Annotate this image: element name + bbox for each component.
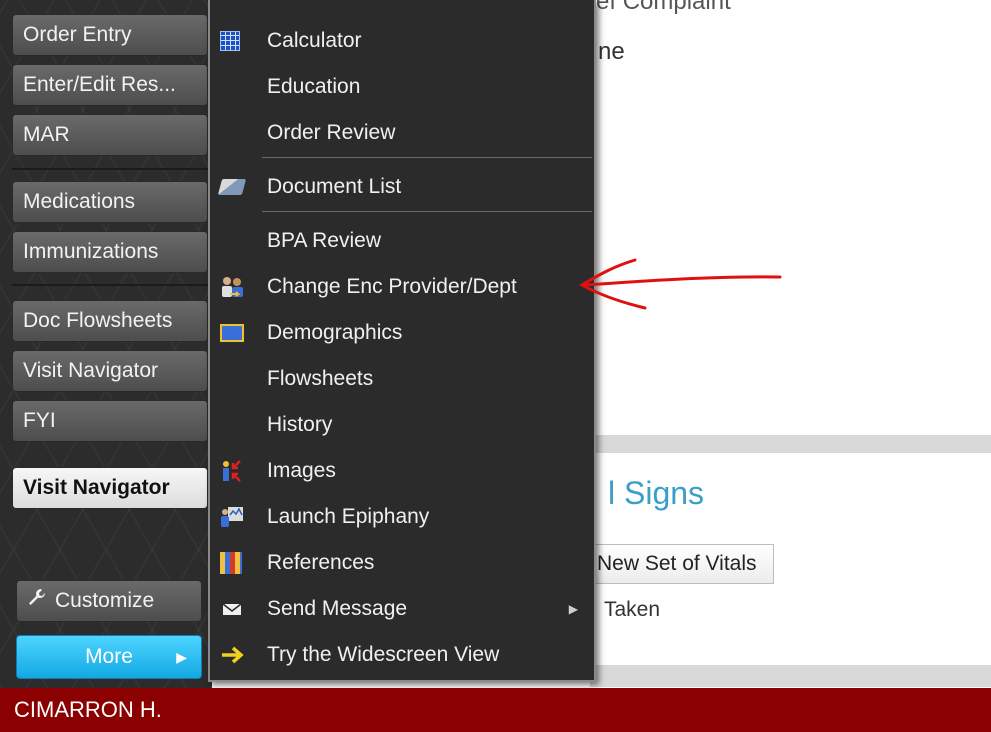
bottom-divider <box>590 665 991 687</box>
menu-item-label: Flowsheets <box>267 367 374 390</box>
menu-item-order-review[interactable]: Order Review <box>210 111 594 155</box>
sidebar-separator <box>12 284 208 286</box>
menu-item-demographics[interactable]: Demographics <box>210 311 594 355</box>
menu-item-document-list[interactable]: Document List <box>210 165 594 209</box>
menu-item-label: Education <box>267 75 361 98</box>
references-icon <box>220 552 242 574</box>
new-set-of-vitals-button[interactable]: New Set of Vitals <box>590 544 774 584</box>
sidebar-separator <box>12 168 208 170</box>
menu-item-label: Document List <box>267 175 402 198</box>
arrow-right-icon <box>220 643 244 667</box>
epiphany-icon <box>220 505 244 529</box>
images-icon <box>220 459 244 483</box>
menu-item-widescreen-view[interactable]: Try the Widescreen View <box>210 633 594 677</box>
status-bar: CIMARRON H. <box>0 688 991 732</box>
menu-item-label: History <box>267 413 333 436</box>
sidebar: Order Entry Enter/Edit Res... MAR Medica… <box>0 0 212 688</box>
sidebar-item-order-entry[interactable]: Order Entry <box>12 14 208 56</box>
menu-item-flowsheets[interactable]: Flowsheets <box>210 357 594 401</box>
menu-item-education[interactable]: Education <box>210 65 594 109</box>
more-popup-menu: Calculator Education Order Review Docume… <box>208 0 596 682</box>
user-name: CIMARRON H. <box>14 697 162 722</box>
menu-item-label: Order Review <box>267 121 396 144</box>
more-label: More <box>85 645 133 668</box>
menu-item-bpa-review[interactable]: BPA Review <box>210 219 594 263</box>
chevron-right-icon: ▶ <box>176 649 187 665</box>
section-divider <box>590 435 991 453</box>
menu-separator <box>262 211 592 212</box>
change-provider-icon <box>220 275 244 299</box>
menu-item-label: References <box>267 551 375 574</box>
menu-separator <box>262 157 592 158</box>
vital-signs-heading: l Signs <box>608 475 705 511</box>
menu-item-send-message[interactable]: Send Message ▶ <box>210 587 594 631</box>
wrench-icon <box>27 581 49 621</box>
menu-item-change-enc-provider[interactable]: Change Enc Provider/Dept <box>210 265 594 309</box>
menu-item-label: Try the Widescreen View <box>267 643 500 666</box>
calculator-icon <box>220 31 240 51</box>
menu-item-label: BPA Review <box>267 229 381 252</box>
app-window: { "sidebar": { "items": [ {"label": "Ord… <box>0 0 991 732</box>
menu-item-launch-epiphany[interactable]: Launch Epiphany <box>210 495 594 539</box>
submenu-arrow-icon: ▶ <box>568 602 578 616</box>
red-annotation-arrow <box>579 258 782 310</box>
menu-item-history[interactable]: History <box>210 403 594 447</box>
sidebar-item-enter-edit-results[interactable]: Enter/Edit Res... <box>12 64 208 106</box>
demographics-icon <box>220 324 244 342</box>
background-text-fragment: ne <box>598 38 625 65</box>
more-button[interactable]: More ▶ <box>16 635 202 679</box>
sidebar-item-mar[interactable]: MAR <box>12 114 208 156</box>
menu-item-label: Send Message <box>267 597 408 620</box>
menu-item-calculator[interactable]: Calculator <box>210 19 594 63</box>
menu-item-label: Calculator <box>267 29 362 52</box>
sidebar-item-visit-navigator[interactable]: Visit Navigator <box>12 350 208 392</box>
envelope-icon <box>220 597 244 621</box>
menu-item-label: Change Enc Provider/Dept <box>267 275 517 298</box>
taken-label: Taken <box>604 598 661 621</box>
sidebar-item-medications[interactable]: Medications <box>12 181 208 223</box>
customize-label: Customize <box>55 589 155 612</box>
active-activity-visit-navigator[interactable]: Visit Navigator <box>12 467 208 509</box>
menu-item-label: Demographics <box>267 321 403 344</box>
sidebar-item-immunizations[interactable]: Immunizations <box>12 231 208 273</box>
document-list-icon <box>217 179 247 195</box>
sidebar-item-fyi[interactable]: FYI <box>12 400 208 442</box>
customize-button[interactable]: Customize <box>16 580 202 622</box>
menu-item-references[interactable]: References <box>210 541 594 585</box>
menu-item-label: Launch Epiphany <box>267 505 430 528</box>
menu-item-label: Images <box>267 459 336 482</box>
sidebar-item-doc-flowsheets[interactable]: Doc Flowsheets <box>12 300 208 342</box>
menu-item-images[interactable]: Images <box>210 449 594 493</box>
